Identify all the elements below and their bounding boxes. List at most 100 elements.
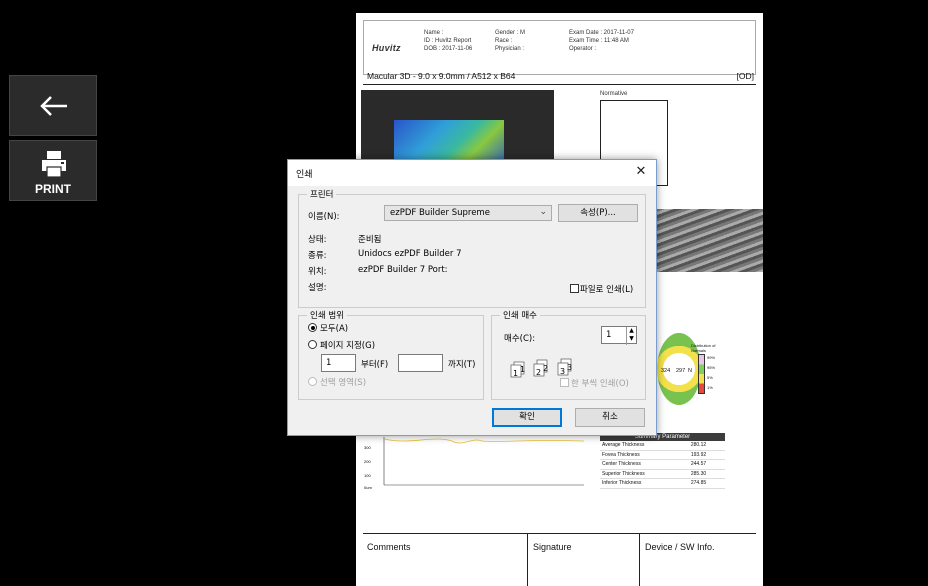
operator: Operator : <box>569 46 597 52</box>
close-icon[interactable]: ✕ <box>633 163 649 181</box>
range-from-input[interactable]: 1 <box>321 354 356 372</box>
colorbar-label-2: 95% <box>707 365 716 370</box>
printer-select-value: ezPDF Builder Supreme <box>390 208 490 218</box>
summary-value: 274.85 <box>690 480 707 486</box>
print-dialog: 인쇄 ✕ 프린터 이름(N): ezPDF Builder Supreme ⌄ … <box>287 159 657 436</box>
summary-label: Superior Thickness <box>602 470 645 477</box>
patient-name: Name : <box>424 30 444 36</box>
print-to-file-label: 파일로 인쇄(L) <box>580 285 634 295</box>
range-from-label: 부터(F) <box>361 360 389 370</box>
report-footer: Comments Signature Device / SW Info. <box>363 533 756 586</box>
summary-row: Center Thickness 244.57 <box>600 460 725 470</box>
copies-label: 매수(C): <box>504 334 536 344</box>
collate-checkbox[interactable] <box>560 378 569 387</box>
print-to-file-checkbox[interactable] <box>570 284 579 293</box>
summary-row: Fovea Thickness 193.92 <box>600 451 725 460</box>
where-label: 위치: <box>308 267 327 277</box>
status-value: 준비됨 <box>358 235 382 245</box>
back-button[interactable] <box>9 75 97 136</box>
dialog-title-bar: 인쇄 ✕ <box>288 160 656 186</box>
summary-label: Average Thickness <box>602 442 645 448</box>
graph-label-100: 100 <box>364 473 371 478</box>
range-from-value: 1 <box>326 358 332 368</box>
printer-group-title: 프린터 <box>307 188 337 200</box>
scan-title: Macular 3D - 9.0 x 9.0mm / A512 x B64 <box>367 71 516 81</box>
device-info-label: Device / SW Info. <box>645 542 715 552</box>
range-to-label: 까지(T) <box>448 360 476 370</box>
summary-value: 280.12 <box>690 442 707 448</box>
patient-id: ID : Huvitz Report <box>424 38 472 44</box>
where-value: ezPDF Builder 7 Port: <box>358 265 448 275</box>
summary-value: 193.92 <box>690 451 707 458</box>
patient-gender: Gender : M <box>495 30 526 36</box>
summary-parameter-table: Summary Parameter Average Thickness 280.1… <box>600 433 725 489</box>
print-button[interactable]: PRINT <box>9 140 97 201</box>
footer-divider <box>639 534 640 586</box>
range-all-radio[interactable] <box>308 323 317 332</box>
range-to-input[interactable] <box>398 354 443 372</box>
svg-text:2: 2 <box>543 364 548 373</box>
summary-value: 285.30 <box>690 470 707 477</box>
patient-dob: DOB : 2017-11-06 <box>424 46 473 52</box>
graph-label-300: 300 <box>364 445 371 450</box>
ring-value-c: N <box>688 368 692 374</box>
colorbar-label-4: 1% <box>707 385 713 390</box>
copies-value: 1 <box>606 330 612 340</box>
colorbar-title: Distribution of Normals <box>691 343 716 353</box>
ring-value-b: 297 <box>676 368 686 374</box>
comments-label: Comments <box>367 542 411 552</box>
footer-divider <box>527 534 528 586</box>
collate-label: 한 부씩 인쇄(O) <box>571 379 629 389</box>
distribution-colorbar <box>698 354 705 394</box>
left-arrow-icon <box>40 96 67 116</box>
range-all-label: 모두(A) <box>320 324 349 334</box>
chevron-down-icon: ⌄ <box>539 207 547 217</box>
physician: Physician : <box>495 46 525 52</box>
svg-text:1: 1 <box>513 369 518 378</box>
normative-label: Normative <box>600 91 628 97</box>
svg-text:3: 3 <box>560 367 565 376</box>
printer-select[interactable]: ezPDF Builder Supreme ⌄ <box>384 205 552 221</box>
range-selection-radio[interactable] <box>308 377 317 386</box>
colorbar-label-1: 99% <box>707 355 716 360</box>
svg-text:1: 1 <box>520 365 525 374</box>
colorbar-label-3: 5% <box>707 375 713 380</box>
eye-label: [OD] <box>736 71 754 81</box>
printer-name-label: 이름(N): <box>308 212 340 222</box>
ok-button[interactable]: 확인 <box>492 408 562 427</box>
range-pages-label: 페이지 지정(G) <box>320 341 376 351</box>
exam-date: Exam Date : 2017-11-07 <box>569 30 634 36</box>
thickness-profile-graph: 300 200 100 0um <box>364 437 584 490</box>
ring-value-a: 324 <box>661 368 671 374</box>
copies-spin-buttons[interactable]: ▲ ▼ <box>626 327 636 345</box>
exam-info: Exam Date : 2017-11-07 Exam Time : 11:48… <box>569 29 634 53</box>
patient-demographics: Gender : M Race : Physician : <box>495 29 525 53</box>
comment-label: 설명: <box>308 283 327 293</box>
summary-label: Fovea Thickness <box>602 451 640 458</box>
dialog-title: 인쇄 <box>296 170 313 180</box>
copies-group-title: 인쇄 매수 <box>500 309 540 321</box>
summary-row: Inferior Thickness 274.85 <box>600 479 725 489</box>
patient-race: Race : <box>495 38 513 44</box>
copies-stepper[interactable]: 1 ▲ ▼ <box>601 326 637 345</box>
exam-time: Exam Time : 11:48 AM <box>569 38 629 44</box>
signature-label: Signature <box>533 542 572 552</box>
graph-label-200: 200 <box>364 459 371 464</box>
huvitz-logo: Huvitz <box>372 43 401 53</box>
print-button-label: PRINT <box>35 182 71 196</box>
printer-icon <box>42 151 66 178</box>
report-header: Huvitz Name : ID : Huvitz Report DOB : 2… <box>363 20 756 75</box>
type-label: 종류: <box>308 251 327 261</box>
collate-pages-icon: 11 22 33 <box>510 358 572 378</box>
status-label: 상태: <box>308 235 327 245</box>
cancel-button[interactable]: 취소 <box>575 408 645 427</box>
report-title-bar: Macular 3D - 9.0 x 9.0mm / A512 x B64 [O… <box>363 70 756 85</box>
patient-info: Name : ID : Huvitz Report DOB : 2017-11-… <box>424 29 472 53</box>
summary-row: Superior Thickness 285.30 <box>600 470 725 479</box>
fundus-thickness-map <box>361 90 554 168</box>
range-pages-radio[interactable] <box>308 340 317 349</box>
print-range-title: 인쇄 범위 <box>307 309 347 321</box>
graph-label-0: 0um <box>364 485 372 490</box>
properties-button[interactable]: 속성(P)... <box>558 204 638 222</box>
summary-row: Average Thickness 280.12 <box>600 441 725 451</box>
